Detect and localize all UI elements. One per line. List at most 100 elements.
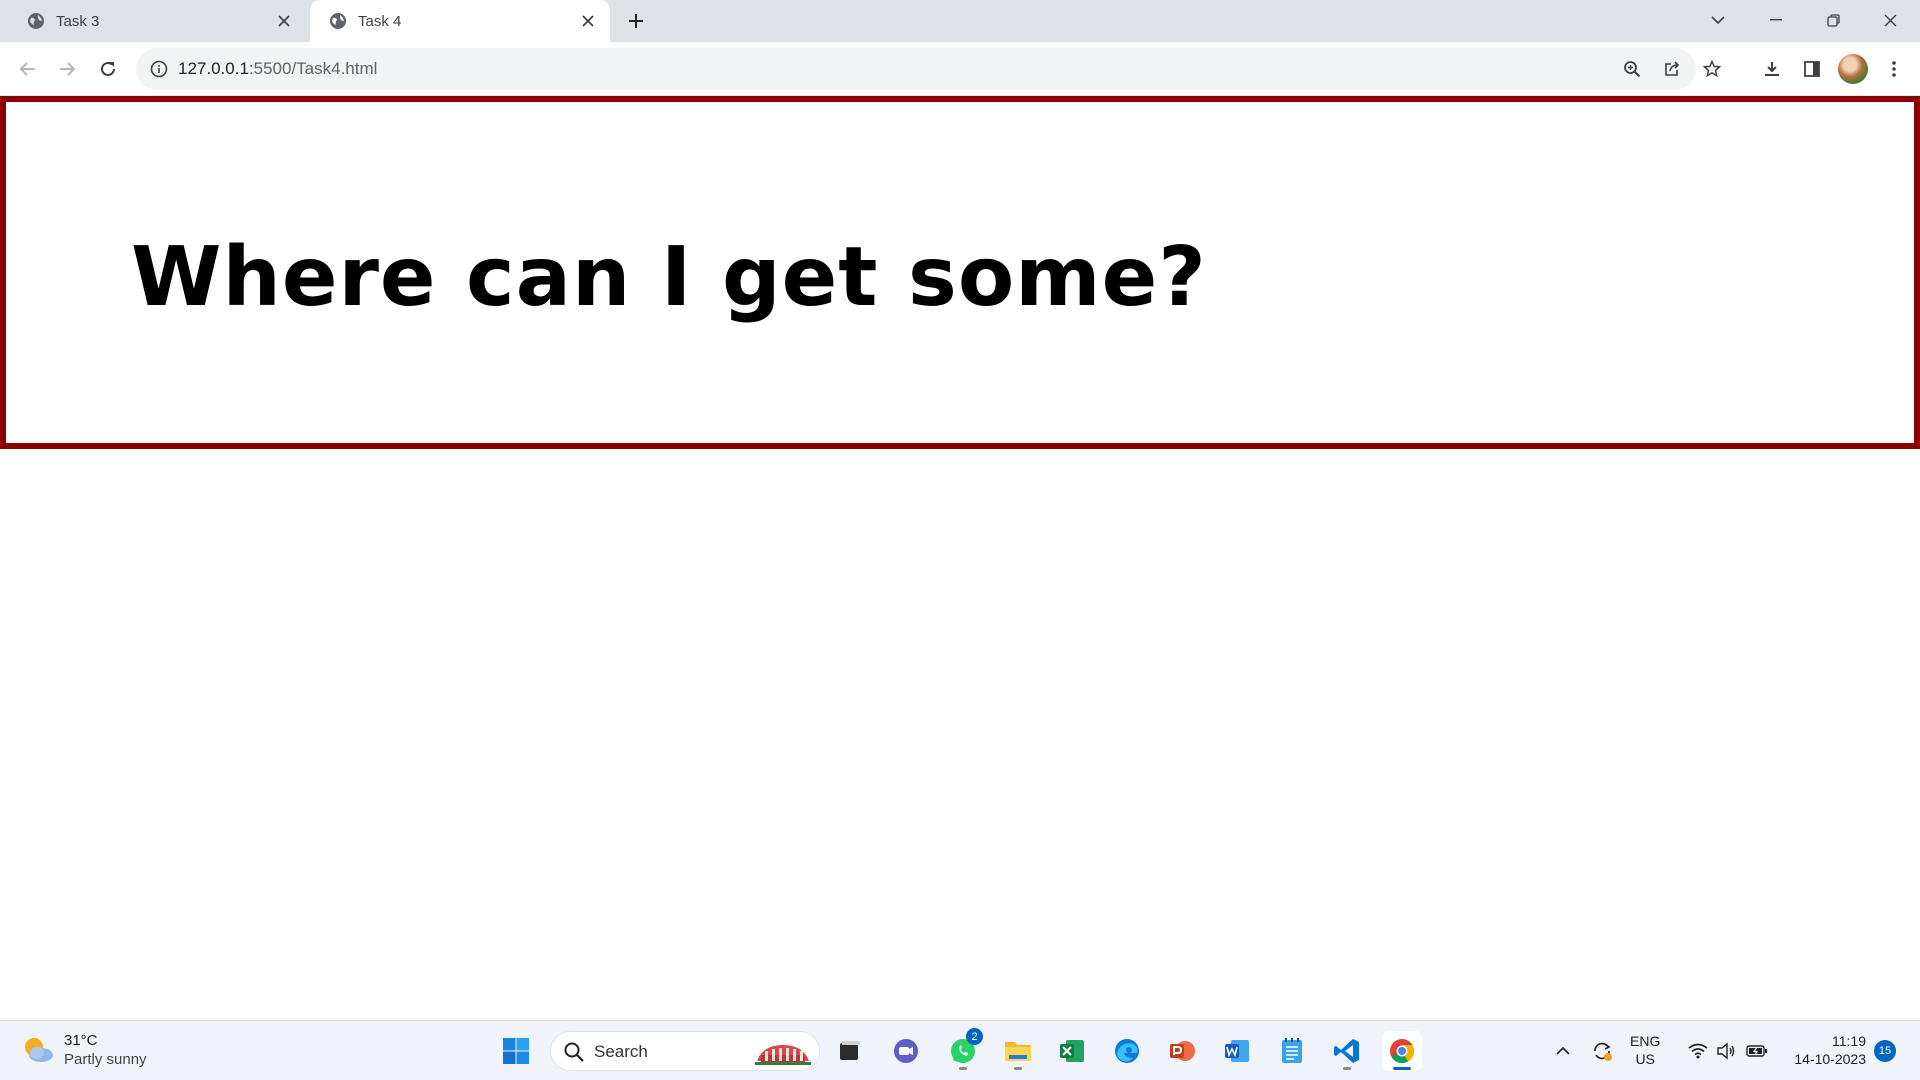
taskbar-search[interactable]: Search — [550, 1031, 820, 1071]
url-host: 127.0.0.1 — [178, 59, 249, 78]
clock-time: 11:19 — [1832, 1033, 1866, 1049]
close-icon — [1884, 14, 1896, 26]
plus-icon — [629, 14, 643, 28]
web-page-content: Where can I get some? — [0, 96, 1920, 1020]
taskbar-teams[interactable] — [886, 1031, 926, 1071]
restore-icon — [1826, 13, 1840, 27]
taskbar-word[interactable] — [1217, 1031, 1257, 1071]
menu-button[interactable] — [1878, 53, 1910, 85]
star-icon — [1703, 60, 1721, 78]
more-vert-icon — [1892, 61, 1896, 77]
tab-title: Task 3 — [56, 12, 100, 30]
browser-toolbar: 127.0.0.1:5500/Task4.html — [0, 42, 1920, 96]
taskbar-notepad[interactable] — [1272, 1031, 1312, 1071]
side-panel-button[interactable] — [1796, 53, 1828, 85]
sync-tray-button[interactable] — [1586, 1021, 1618, 1080]
running-indicator — [1014, 1067, 1022, 1070]
downloads-button[interactable] — [1756, 53, 1788, 85]
taskbar-powerpoint[interactable] — [1162, 1031, 1202, 1071]
taskbar-whatsapp[interactable]: 2 — [943, 1028, 983, 1071]
weather-condition: Partly sunny — [64, 1051, 147, 1068]
close-window-button[interactable] — [1862, 0, 1918, 40]
reload-icon — [101, 61, 115, 76]
powerpoint-icon — [1170, 1041, 1195, 1061]
language-indicator[interactable]: ENG US — [1630, 1032, 1660, 1068]
minimize-icon — [1770, 19, 1782, 21]
battery-charging-icon — [1746, 1045, 1767, 1057]
notepad-icon — [1282, 1038, 1302, 1063]
tab-search-button[interactable] — [1690, 0, 1746, 40]
task-view-icon — [840, 1041, 860, 1060]
tab-title: Task 4 — [358, 12, 402, 30]
teams-chat-icon — [894, 1039, 918, 1063]
search-label: Search — [594, 1042, 648, 1061]
weather-temperature: 31°C — [64, 1032, 98, 1049]
active-indicator — [1393, 1067, 1411, 1070]
taskbar-vscode[interactable] — [1327, 1031, 1367, 1071]
notification-count-badge[interactable]: 15 — [1874, 1040, 1896, 1062]
chevron-up-icon — [1556, 1046, 1570, 1055]
volume-icon — [1717, 1042, 1735, 1060]
taskbar-excel[interactable] — [1052, 1031, 1092, 1071]
back-button[interactable] — [12, 53, 44, 85]
download-icon — [1765, 62, 1779, 76]
tab-task-3[interactable]: Task 3 — [8, 0, 306, 42]
page-heading: Where can I get some? — [131, 230, 1207, 325]
running-indicator — [959, 1067, 967, 1070]
battery-button[interactable] — [1742, 1021, 1772, 1080]
vscode-icon — [1334, 1039, 1359, 1063]
search-highlight-icon — [755, 1045, 811, 1065]
url-text[interactable]: 127.0.0.1:5500/Task4.html — [178, 59, 377, 79]
profile-avatar[interactable] — [1838, 54, 1868, 84]
address-bar[interactable]: 127.0.0.1:5500/Task4.html — [136, 48, 1721, 90]
edge-icon — [1115, 1039, 1139, 1063]
start-button[interactable] — [496, 1031, 536, 1071]
share-button[interactable] — [1658, 55, 1686, 83]
sync-icon — [1594, 1042, 1612, 1061]
running-indicator — [1343, 1067, 1351, 1070]
system-clock[interactable]: 11:19 14-10-2023 — [1780, 1032, 1866, 1068]
minimize-button[interactable] — [1748, 0, 1804, 40]
taskbar-chrome[interactable] — [1382, 1031, 1422, 1071]
excel-icon — [1060, 1040, 1084, 1062]
volume-button[interactable] — [1712, 1021, 1740, 1080]
taskbar-task-view[interactable] — [829, 1031, 869, 1071]
new-tab-button[interactable] — [622, 7, 650, 35]
zoom-icon — [1624, 61, 1641, 78]
language-line-2: US — [1635, 1051, 1655, 1067]
windows-taskbar: 31°C Partly sunny Search 2 ENG US 11:19 … — [0, 1020, 1920, 1080]
chevron-down-icon — [1711, 16, 1725, 25]
browser-tab-strip: Task 3 Task 4 — [0, 0, 1920, 42]
word-icon — [1225, 1040, 1249, 1062]
weather-partly-sunny-icon — [20, 1032, 56, 1068]
site-info-icon[interactable] — [146, 56, 172, 82]
bookmark-button[interactable] — [1698, 55, 1726, 83]
share-icon — [1665, 61, 1680, 76]
reload-button[interactable] — [92, 53, 124, 85]
folder-icon — [1005, 1042, 1031, 1061]
chrome-icon — [1390, 1039, 1414, 1064]
restore-button[interactable] — [1805, 0, 1861, 40]
whatsapp-badge: 2 — [966, 1028, 983, 1045]
side-panel-icon — [1804, 61, 1820, 77]
clock-date: 14-10-2023 — [1794, 1051, 1866, 1067]
show-hidden-icons-button[interactable] — [1548, 1021, 1578, 1080]
bordered-header-box: Where can I get some? — [0, 96, 1920, 449]
search-icon — [564, 1042, 584, 1062]
language-line-1: ENG — [1630, 1033, 1661, 1049]
tab-task-4[interactable]: Task 4 — [310, 0, 610, 42]
taskbar-file-explorer[interactable] — [998, 1031, 1038, 1071]
taskbar-edge[interactable] — [1107, 1031, 1147, 1071]
weather-widget[interactable]: 31°C Partly sunny — [20, 1031, 147, 1069]
forward-button[interactable] — [51, 53, 83, 85]
close-tab-icon[interactable] — [270, 7, 298, 35]
arrow-left-icon — [19, 62, 35, 76]
arrow-right-icon — [60, 62, 76, 76]
network-button[interactable] — [1683, 1021, 1713, 1080]
globe-icon — [328, 11, 348, 31]
zoom-button[interactable] — [1618, 55, 1646, 83]
close-tab-icon[interactable] — [574, 7, 602, 35]
wifi-icon — [1688, 1043, 1708, 1059]
url-path: :5500/Task4.html — [248, 59, 378, 78]
globe-icon — [26, 11, 46, 31]
